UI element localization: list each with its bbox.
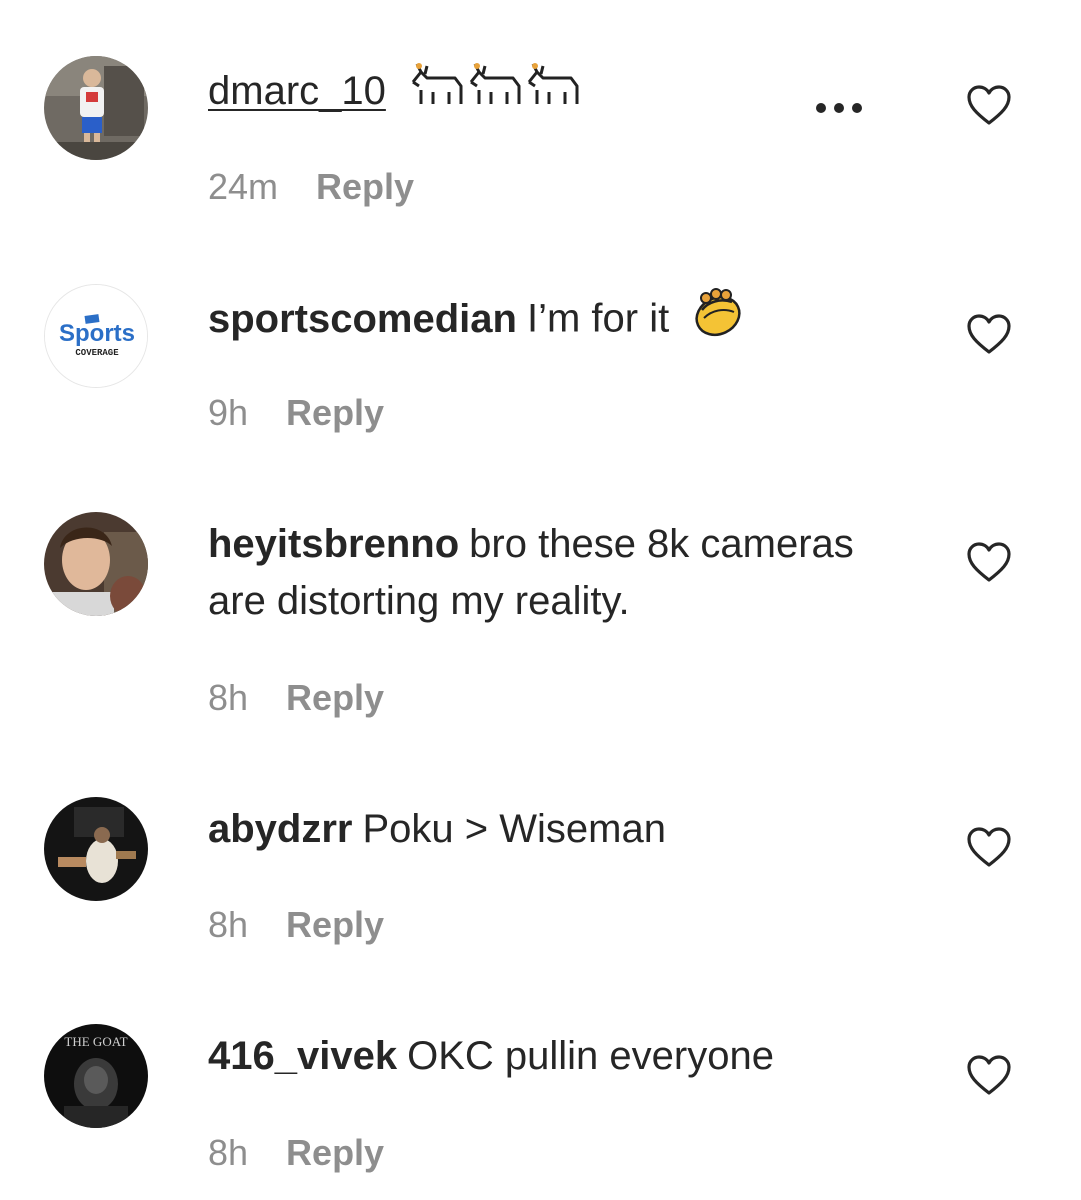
- like-heart-icon[interactable]: [966, 826, 1012, 868]
- like-heart-icon[interactable]: [966, 541, 1012, 583]
- comment-timestamp: 8h: [208, 677, 249, 718]
- comment-timestamp: 24m: [208, 166, 279, 207]
- person-photo-avatar-icon: [44, 56, 148, 160]
- like-heart-icon[interactable]: [966, 84, 1012, 126]
- comment-timestamp: 8h: [208, 904, 249, 945]
- avatar[interactable]: Sports COVERAGE: [44, 284, 148, 388]
- comment-meta: 8h Reply: [208, 677, 384, 719]
- comment-username[interactable]: abydzrr: [208, 807, 353, 851]
- avatar[interactable]: THE GOAT: [44, 1024, 148, 1128]
- like-heart-icon[interactable]: [966, 313, 1012, 355]
- logo-subtext: COVERAGE: [75, 348, 119, 358]
- comment-meta: 9h Reply: [208, 392, 384, 434]
- clapping-hands-emoji-icon: [690, 288, 744, 354]
- goat-emoji-icon: [407, 60, 587, 126]
- comment-text: abydzrr Poku > Wiseman: [208, 801, 908, 858]
- reply-button[interactable]: Reply: [286, 904, 384, 945]
- like-heart-icon[interactable]: [966, 1054, 1012, 1096]
- comment-meta: 8h Reply: [208, 904, 384, 946]
- comment-timestamp: 9h: [208, 392, 249, 433]
- sports-coverage-logo-icon: Sports COVERAGE: [45, 285, 147, 387]
- comment-username[interactable]: heyitsbrenno: [208, 522, 459, 566]
- comment-body: OKC pullin everyone: [407, 1034, 774, 1078]
- comment-text: sportscomedian I’m for it: [208, 288, 908, 354]
- face-photo-avatar-icon: [44, 512, 148, 616]
- goat-poster-avatar-icon: THE GOAT: [44, 1024, 148, 1128]
- reply-button[interactable]: Reply: [286, 392, 384, 433]
- reply-button[interactable]: Reply: [286, 1132, 384, 1173]
- more-options-icon[interactable]: [814, 101, 864, 115]
- comment-body: Poku > Wiseman: [362, 807, 666, 851]
- logo-text: THE GOAT: [64, 1034, 127, 1049]
- logo-text: Sports: [59, 320, 135, 347]
- avatar[interactable]: [44, 512, 148, 616]
- comment-username[interactable]: sportscomedian: [208, 297, 517, 341]
- dark-photo-avatar-icon: [44, 797, 148, 901]
- comment-body: I’m for it: [526, 296, 670, 341]
- comment-text: dmarc_10: [208, 60, 908, 126]
- comment-text: heyitsbrenno bro these 8k cameras are dis…: [208, 516, 908, 630]
- comment-meta: 24m Reply: [208, 166, 414, 208]
- comment-text: 416_vivek OKC pullin everyone: [208, 1028, 908, 1085]
- comment-meta: 8h Reply: [208, 1132, 384, 1174]
- avatar[interactable]: [44, 56, 148, 160]
- reply-button[interactable]: Reply: [286, 677, 384, 718]
- comment-timestamp: 8h: [208, 1132, 249, 1173]
- comment-username[interactable]: 416_vivek: [208, 1034, 397, 1078]
- reply-button[interactable]: Reply: [316, 166, 414, 207]
- avatar[interactable]: [44, 797, 148, 901]
- comment-username[interactable]: dmarc_10: [208, 69, 386, 113]
